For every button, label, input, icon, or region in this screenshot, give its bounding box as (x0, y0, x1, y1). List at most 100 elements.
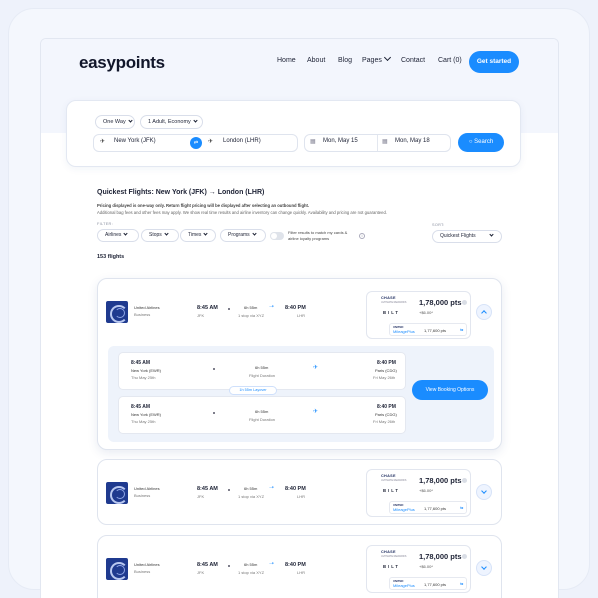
layover-badge: 1h 55m Layover (229, 386, 277, 395)
mileageplus-row[interactable]: UNITED MileagePlus 1,77,600 pts ⇆ (389, 323, 467, 336)
airline-name: United Airlines (134, 305, 160, 310)
taxes-fee: +$6.00* (419, 488, 433, 493)
arrive-time: 8:40 PM (285, 305, 306, 311)
leg-arrive-airport: Paris (CDG) (375, 368, 397, 373)
filter-airlines-label: Airlines (105, 232, 122, 238)
to-input[interactable]: London (LHR) (223, 138, 261, 144)
mileageplus-row[interactable]: UNITED MileagePlus 1,77,600 pts ⇆ (389, 577, 467, 590)
filter-programs[interactable]: Programs (220, 229, 266, 242)
chase-logo: CHASE (381, 474, 396, 478)
leg-depart-airport: New York (EWR) (131, 368, 162, 373)
get-started-button[interactable]: Get started (469, 51, 519, 73)
program-points: 1,77,600 pts (424, 328, 447, 333)
nav-about[interactable]: About (307, 57, 325, 64)
search-button[interactable]: ○ Search (458, 133, 504, 152)
browser-window: easypoints Home About Blog Pages Contact… (40, 38, 559, 598)
results-count: 153 flights (97, 254, 125, 260)
arrive-code: LHR (297, 494, 306, 499)
united-airlines-logo (106, 482, 128, 504)
sort-select[interactable]: Quickest Flights (432, 230, 502, 243)
route-dot (228, 308, 230, 310)
leg-duration: 6h 55m (255, 409, 269, 414)
nav-blog[interactable]: Blog (338, 57, 352, 64)
duration: 6h 55m (244, 486, 258, 491)
depart-code: JFK (197, 313, 205, 318)
pricing-note: Pricing displayed is one-way only. Retur… (97, 203, 310, 208)
select-radio[interactable] (462, 554, 467, 559)
cabin-class: Business (134, 493, 151, 498)
airline-name: United Airlines (134, 486, 160, 491)
swap-icon[interactable]: ⇄ (190, 137, 202, 149)
leg-duration-label: Flight Duration (249, 417, 276, 422)
chevron-down-icon (481, 564, 487, 570)
collapse-button[interactable] (476, 304, 492, 320)
nav-cart[interactable]: Cart (0) (438, 57, 462, 64)
filter-stops[interactable]: Stops (141, 229, 179, 242)
trip-type-value: One Way (103, 119, 126, 125)
bilt-logo: BILT (383, 310, 400, 315)
nav-contact[interactable]: Contact (401, 57, 425, 64)
chevron-up-icon (481, 310, 487, 316)
from-input[interactable]: New York (JFK) (114, 138, 156, 144)
taxes-fee: +$6.00* (419, 564, 433, 569)
route-dot (228, 565, 230, 567)
bilt-logo: BILT (383, 488, 400, 493)
filter-stops-label: Stops (149, 232, 162, 238)
stops: 1 stop via XYZ (238, 313, 265, 318)
taxes-fee: +$6.00* (419, 310, 433, 315)
arrive-time: 8:40 PM (285, 562, 306, 568)
info-icon[interactable]: i (359, 233, 365, 239)
filter-airlines[interactable]: Airlines (97, 229, 139, 242)
fees-note: Additional bag fees and other fees may a… (97, 210, 387, 215)
flight-card[interactable]: United Airlines Business 8:45 AM JFK 6h … (97, 535, 502, 598)
depart-time: 8:45 AM (197, 305, 218, 311)
mileageplus-row[interactable]: UNITED MileagePlus 1,77,600 pts ⇆ (389, 501, 467, 514)
flight-card[interactable]: United Airlines Business 8:45 AM JFK 6h … (97, 278, 502, 450)
select-radio[interactable] (462, 300, 467, 305)
expand-button[interactable] (476, 484, 492, 500)
price-box[interactable]: CHASE ULTIMATE REWARDS BILT 1,78,000 pts… (366, 469, 471, 517)
passengers-select[interactable]: 1 Adult, Economy (140, 115, 203, 129)
points-price: 1,78,000 pts (419, 298, 462, 307)
stops: 1 stop via XYZ (238, 494, 265, 499)
leg-arrive-date: Fri May 26th (373, 419, 396, 424)
filter-times[interactable]: Times (180, 229, 216, 242)
filter-programs-label: Programs (228, 232, 250, 238)
view-booking-options-button[interactable]: View Booking Options (412, 380, 488, 400)
chevron-down-icon (123, 231, 129, 236)
select-radio[interactable] (462, 478, 467, 483)
flight-card[interactable]: United Airlines Business 8:45 AM JFK 6h … (97, 459, 502, 525)
leg-duration-label: Flight Duration (249, 373, 276, 378)
chevron-down-icon (128, 118, 133, 123)
price-box[interactable]: CHASE ULTIMATE REWARDS BILT 1,78,000 pts… (366, 545, 471, 593)
route-dot (228, 489, 230, 491)
chevron-down-icon (164, 231, 169, 236)
price-box[interactable]: CHASE ULTIMATE REWARDS BILT 1,78,000 pts… (366, 291, 471, 339)
calendar-icon: ▦ (382, 139, 388, 145)
nav-pages-label: Pages (362, 57, 382, 64)
filter-label: FILTER: (97, 222, 113, 226)
chase-logo: CHASE (381, 296, 396, 300)
date-divider (377, 135, 378, 151)
leg-arrive-airport: Paris (CDG) (375, 412, 397, 417)
sort-value: Quickest Flights (440, 233, 476, 239)
loyalty-filter-toggle[interactable] (270, 232, 284, 240)
expand-button[interactable] (476, 560, 492, 576)
points-price: 1,78,000 pts (419, 552, 462, 561)
duration: 6h 55m (244, 562, 258, 567)
brand-logo[interactable]: easypoints (79, 53, 165, 73)
nav-home[interactable]: Home (277, 57, 296, 64)
arrive-time: 8:40 PM (285, 486, 306, 492)
leg-1: 8:45 AM New York (EWR) Thu May 25th 6h 5… (118, 352, 406, 390)
chevron-down-icon (193, 118, 198, 123)
chevron-down-icon (252, 231, 257, 236)
filter-times-label: Times (188, 232, 202, 238)
return-date-input[interactable]: Mon, May 18 (395, 138, 430, 144)
program-points: 1,77,600 pts (424, 506, 447, 511)
chase-subtitle: ULTIMATE REWARDS (381, 555, 407, 558)
depart-date-input[interactable]: Mon, May 15 (323, 138, 358, 144)
leg-depart-date: Thu May 25th (131, 419, 156, 424)
chevron-down-icon (488, 232, 494, 237)
trip-type-select[interactable]: One Way (95, 115, 135, 129)
nav-pages[interactable]: Pages (362, 53, 391, 64)
